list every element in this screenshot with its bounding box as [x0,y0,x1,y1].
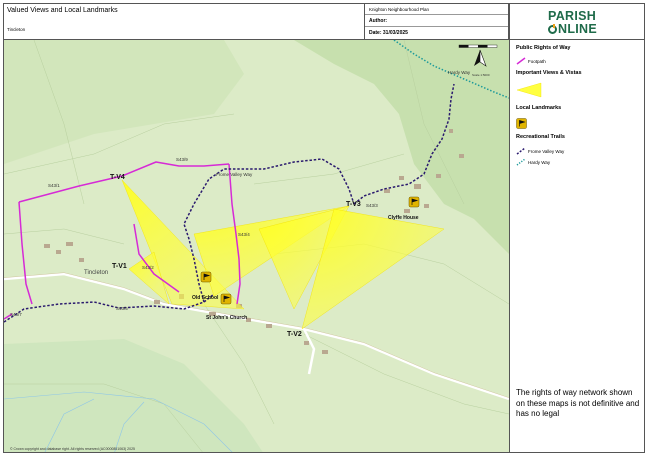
path-code-label: S43/5 [116,306,128,311]
logo-text-line2-rest: NLINE [558,22,597,36]
landmark-label-clyffe-house: Clyffe House [388,215,419,221]
view-label-t-v4: T-V4 [110,174,125,181]
legend-heading-prow: Public Rights of Way [516,45,571,51]
trail-label-frome: Frome Valley Way [216,172,253,177]
scale-label: Scale 1:5000 [472,73,490,77]
view-label-t-v2: T-V2 [287,331,302,338]
legend-item-frome: Frome Valley Way [528,149,565,154]
logo-text-line2: NLINE [548,22,597,36]
view-label-t-v3: T-V3 [346,201,361,208]
map-subtitle: Tincleton [7,27,26,32]
path-code-label: S43/1 [48,183,60,188]
frome-valley-way-symbol [516,147,526,155]
disclaimer-note: The rights of way network shown on these… [516,388,640,418]
plan-name: Knighton Neighbourhood Plan [365,4,508,15]
map-title: Valued Views and Local Landmarks [7,7,118,14]
hardy-way-symbol [516,158,526,166]
landmark-label-st-johns-church: St John's Church [206,315,247,321]
title-block: Valued Views and Local Landmarks Tinclet… [4,4,365,40]
legend-heading-trails: Recreational Trails [516,134,565,140]
view-cone-symbol [516,82,542,98]
legend-panel: PARISH NLINE Public Rights of Way Footpa… [509,4,644,452]
author-label: Author: [365,15,508,27]
parish-online-logo: PARISH NLINE [510,4,644,40]
legend-item-hardy: Hardy Way [528,160,551,165]
date-label: Date: 31/03/2025 [369,30,408,36]
landmark-label-old-school: Old School [192,295,219,301]
copyright-notice: © Crown copyright and database right. Al… [10,447,135,451]
landmark-flag-icon [516,118,527,129]
info-block: Knighton Neighbourhood Plan Author: Date… [365,4,509,40]
path-code-label: S43/4 [238,232,250,237]
path-code-label: S43/9 [176,157,188,162]
trail-label-hardy: Hardy Way [448,70,471,75]
place-label-tincleton: Tincleton [84,270,108,276]
path-code-label: S43/7 [10,312,22,317]
logo-text-line1: PARISH [548,9,597,23]
view-label-t-v1: T-V1 [112,263,127,270]
path-code-label: S43/2 [142,265,154,270]
footpath-symbol [516,57,526,65]
legend-heading-landmarks: Local Landmarks [516,105,562,111]
map-sheet: Valued Views and Local Landmarks Tinclet… [3,3,645,453]
legend-heading-views: Important Views & Vistas [516,70,582,76]
legend-item-footpath: Footpath [528,59,546,64]
power-icon [548,24,557,34]
map-canvas[interactable]: S43/1 S43/9 S43/4 S43/2 S43/3 S43/5 S43/… [4,40,509,453]
path-code-label: S43/3 [366,203,378,208]
